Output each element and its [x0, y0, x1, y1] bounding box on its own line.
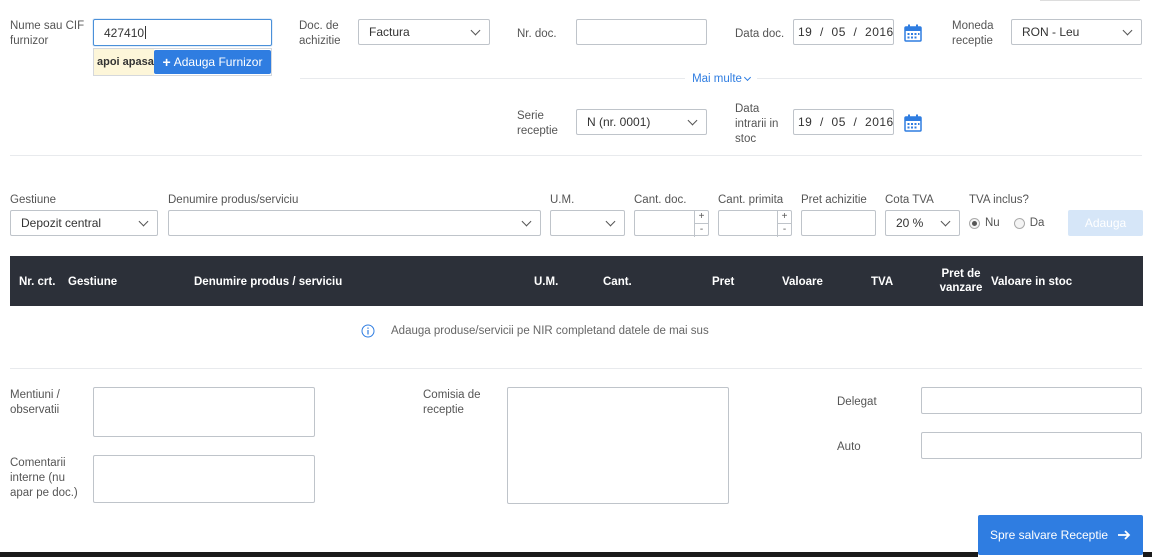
bottom-bar-right — [1143, 552, 1152, 557]
commission-label: Comisia de receptie — [423, 389, 481, 416]
vat-rate-label: Cota TVA — [885, 194, 934, 206]
calendar-icon[interactable] — [904, 114, 922, 132]
supplier-input[interactable]: 427410 — [93, 19, 272, 46]
vat-no-label: Nu — [985, 217, 1000, 229]
chevron-down-icon — [940, 216, 951, 226]
product-label: Denumire produs/serviciu — [168, 194, 299, 206]
bottom-bar — [0, 552, 978, 557]
decrement-button[interactable]: - — [695, 224, 708, 237]
vat-rate-value: 20 % — [896, 216, 924, 230]
save-reception-label: Spre salvare Receptie — [989, 528, 1109, 542]
chevron-down-icon — [138, 216, 149, 226]
plus-icon: + — [162, 54, 171, 70]
vat-rate-select[interactable]: 20 % — [885, 210, 960, 236]
doc-date-input[interactable]: 19 / 05 / 2016 — [793, 19, 894, 45]
doc-type-label: Doc. de achizitie — [299, 20, 341, 47]
add-supplier-label: Adauga Furnizor — [173, 55, 263, 69]
commission-textarea[interactable] — [507, 387, 729, 504]
empty-message-text: Adauga produse/servicii pe NIR completan… — [391, 325, 709, 337]
vat-included-group: Nu Da — [969, 217, 1044, 229]
qty-doc-stepper[interactable]: + - — [694, 211, 708, 237]
series-select[interactable]: N (nr. 0001) — [576, 109, 707, 135]
qty-doc-input[interactable]: + - — [634, 210, 709, 237]
gestiune-select[interactable]: Depozit central — [10, 210, 158, 236]
col-qty: Cant. — [603, 276, 632, 288]
section-divider — [10, 155, 1142, 156]
calendar-icon[interactable] — [904, 24, 922, 42]
qty-received-input[interactable]: + - — [718, 210, 792, 237]
col-um: U.M. — [534, 276, 559, 288]
mentions-label: Mentiuni / observatii — [10, 389, 60, 416]
doc-no-input[interactable] — [576, 19, 707, 45]
series-value: N (nr. 0001) — [587, 115, 651, 129]
col-vat: TVA — [871, 276, 894, 288]
chevron-down-icon — [687, 115, 698, 125]
increment-button[interactable]: + — [778, 211, 791, 224]
col-nr: Nr. crt. — [19, 276, 56, 288]
col-product: Denumire produs / serviciu — [194, 276, 343, 288]
arrow-right-icon — [1118, 530, 1131, 540]
top-divider — [1040, 0, 1140, 1]
add-supplier-button[interactable]: + Adauga Furnizor — [154, 50, 271, 74]
internal-comments-label: Comentarii interne (nu apar pe doc.) — [10, 457, 78, 499]
currency-value: RON - Leu — [1022, 25, 1080, 39]
chevron-down-icon — [521, 216, 532, 226]
decrement-button[interactable]: - — [778, 224, 791, 237]
doc-no-label: Nr. doc. — [517, 28, 557, 40]
qty-doc-label: Cant. doc. — [634, 194, 687, 206]
footer-divider — [10, 368, 1142, 369]
col-stock-value: Valoare in stoc — [991, 276, 1073, 288]
doc-type-value: Factura — [369, 25, 410, 39]
vat-yes-radio[interactable] — [1013, 217, 1025, 229]
series-label: Serie receptie — [517, 110, 558, 137]
empty-table-message: Adauga produse/servicii pe NIR completan… — [361, 324, 709, 338]
auto-label: Auto — [837, 441, 861, 453]
qty-received-label: Cant. primita — [718, 194, 784, 206]
chevron-down-icon — [1122, 25, 1133, 35]
col-sale-price: Pret de vanzare — [939, 268, 983, 294]
col-price: Pret — [712, 276, 735, 288]
more-link[interactable]: Mai multe — [685, 71, 757, 86]
gestiune-value: Depozit central — [21, 216, 102, 230]
info-icon — [361, 324, 375, 338]
currency-select[interactable]: RON - Leu — [1011, 19, 1142, 45]
items-table-header: Nr. crt. Gestiune Denumire produs / serv… — [10, 256, 1143, 306]
um-select[interactable] — [550, 210, 625, 236]
doc-date-value: 19 / 05 / 2016 — [798, 25, 894, 39]
stock-date-input[interactable]: 19 / 05 / 2016 — [793, 109, 894, 135]
auto-input[interactable] — [921, 432, 1142, 459]
more-link-label: Mai multe — [692, 72, 742, 85]
currency-label: Moneda receptie — [952, 20, 994, 47]
supplier-hint: apoi apasa — [94, 49, 154, 75]
stock-date-value: 19 / 05 / 2016 — [798, 115, 894, 129]
gestiune-label: Gestiune — [10, 194, 57, 206]
mentions-textarea[interactable] — [93, 387, 315, 437]
doc-type-select[interactable]: Factura — [358, 19, 490, 45]
supplier-autocomplete: apoi apasa + Adauga Furnizor — [93, 48, 272, 76]
vat-included-label: TVA inclus? — [969, 194, 1029, 206]
um-label: U.M. — [550, 194, 575, 206]
delegate-input[interactable] — [921, 387, 1142, 414]
price-input[interactable] — [801, 210, 876, 236]
col-gestiune: Gestiune — [68, 276, 118, 288]
product-select[interactable] — [168, 210, 541, 236]
chevron-down-icon — [470, 25, 481, 35]
add-item-button[interactable]: Adauga — [1068, 210, 1143, 236]
stock-date-label: Data intrarii in stoc — [735, 103, 779, 145]
delegate-label: Delegat — [837, 396, 877, 408]
doc-date-label: Data doc. — [735, 28, 785, 40]
chevron-down-icon — [743, 73, 751, 81]
supplier-label: Nume sau CIF furnizor — [10, 20, 85, 47]
chevron-down-icon — [605, 216, 616, 226]
price-label: Pret achizitie — [801, 194, 867, 206]
increment-button[interactable]: + — [695, 211, 708, 224]
vat-no-radio[interactable] — [969, 217, 980, 229]
internal-comments-textarea[interactable] — [93, 455, 315, 503]
qty-received-stepper[interactable]: + - — [777, 211, 791, 237]
col-value: Valoare — [782, 276, 823, 288]
vat-yes-label: Da — [1029, 217, 1045, 229]
save-reception-button[interactable]: Spre salvare Receptie — [978, 515, 1143, 555]
supplier-input-value: 427410 — [104, 25, 145, 40]
